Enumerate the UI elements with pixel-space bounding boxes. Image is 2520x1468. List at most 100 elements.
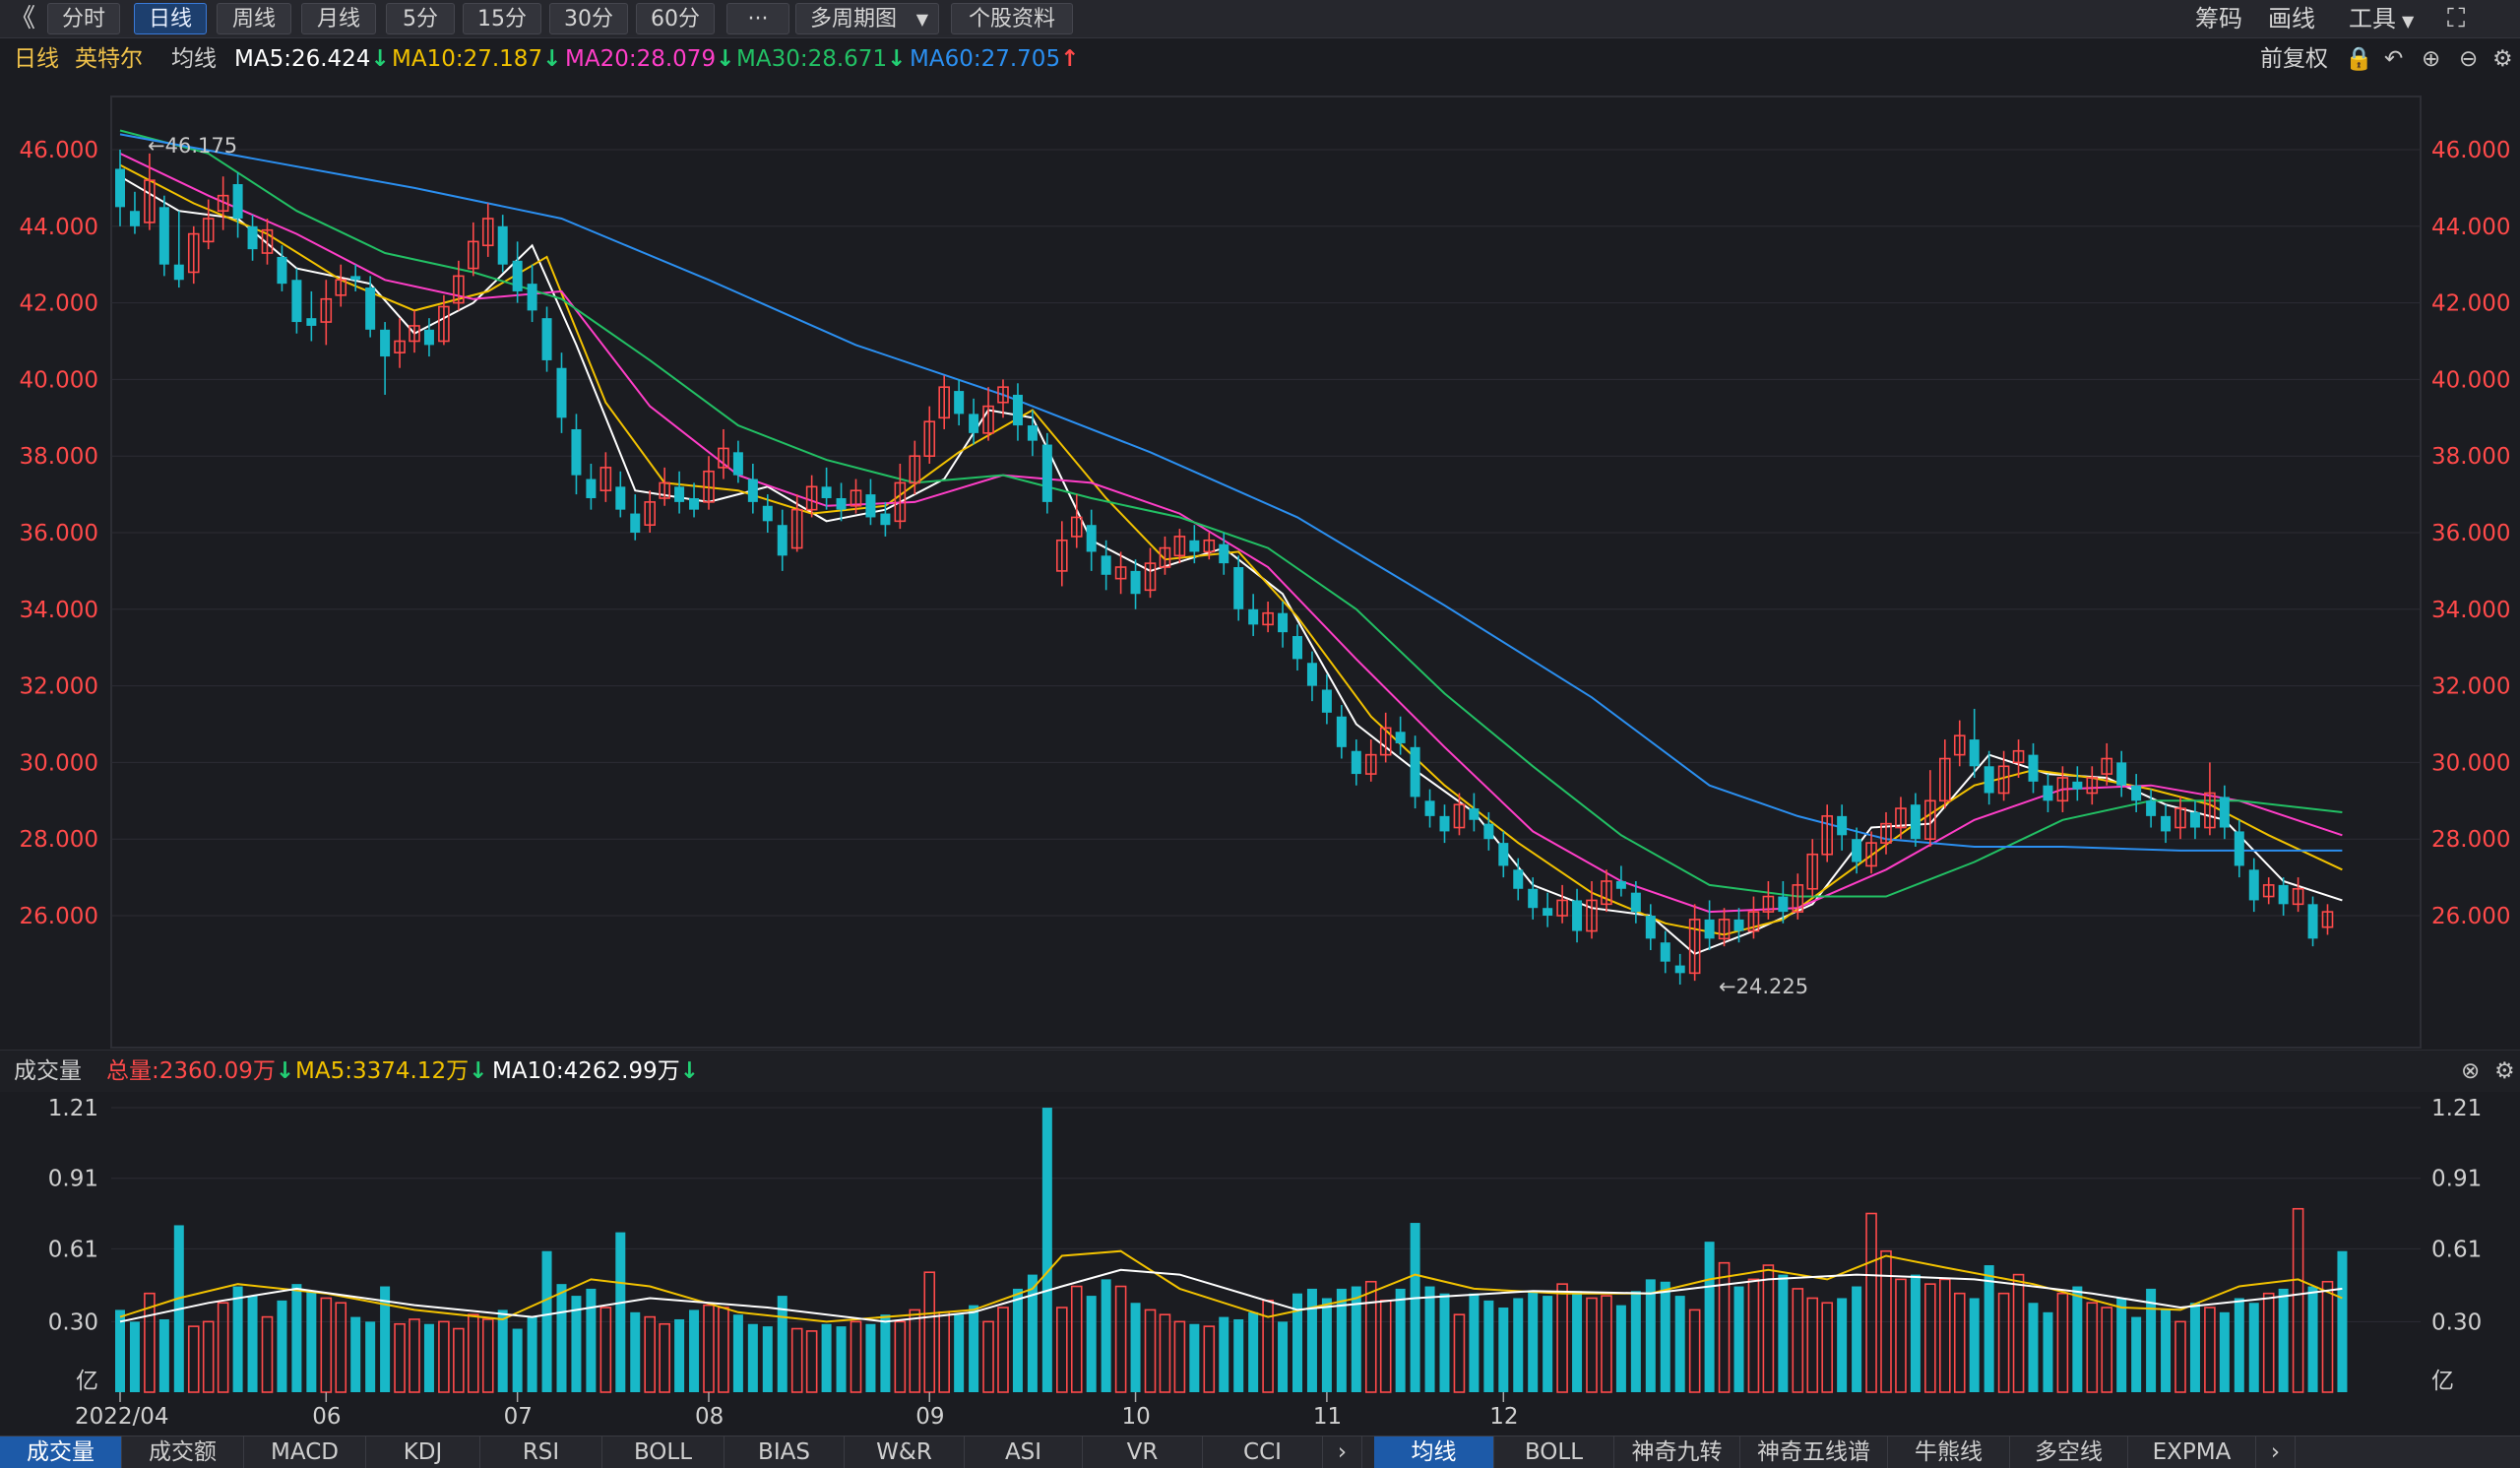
candlestick[interactable] — [2248, 858, 2259, 913]
candlestick[interactable] — [2292, 877, 2304, 913]
candlestick[interactable] — [615, 471, 626, 518]
indicator-tab[interactable]: 成交量 — [0, 1436, 122, 1468]
volume-bar[interactable] — [1556, 1283, 1568, 1393]
volume-bar[interactable] — [1586, 1297, 1598, 1393]
volume-bar[interactable] — [1159, 1313, 1171, 1393]
candlestick[interactable] — [527, 264, 537, 323]
volume-bar[interactable] — [1543, 1296, 1553, 1392]
volume-bar[interactable] — [909, 1308, 921, 1393]
candlestick[interactable] — [2146, 789, 2157, 828]
candlestick[interactable] — [306, 290, 317, 342]
overlay-tab[interactable]: 神奇五线谱 — [1740, 1436, 1888, 1468]
volume-bar[interactable] — [1453, 1313, 1466, 1393]
volume-bar[interactable] — [880, 1314, 891, 1392]
volume-bar[interactable] — [790, 1327, 803, 1393]
volume-bar[interactable] — [512, 1328, 523, 1392]
volume-bar[interactable] — [805, 1330, 818, 1393]
volume-bar[interactable] — [2278, 1288, 2289, 1392]
volume-bar[interactable] — [997, 1307, 1009, 1393]
candlestick[interactable] — [481, 203, 494, 257]
more-periods-button[interactable]: ··· — [726, 3, 789, 34]
volume-bar[interactable] — [1027, 1274, 1038, 1392]
candlestick[interactable] — [1572, 888, 1583, 943]
volume-bar[interactable] — [1704, 1242, 1715, 1392]
candlestick[interactable] — [467, 222, 479, 277]
candlestick[interactable] — [659, 467, 670, 506]
candlestick[interactable] — [512, 241, 523, 303]
volume-bar[interactable] — [1012, 1288, 1023, 1392]
candlestick[interactable] — [365, 276, 376, 338]
lock-icon[interactable]: 🔒 — [2345, 37, 2373, 81]
candlestick[interactable] — [2131, 774, 2142, 812]
candlestick[interactable] — [1615, 865, 1626, 897]
volume-bar[interactable] — [1895, 1278, 1907, 1393]
volume-bar[interactable] — [1114, 1285, 1127, 1393]
volume-bar[interactable] — [467, 1313, 479, 1393]
candlestick[interactable] — [2204, 762, 2216, 836]
candlestick[interactable] — [2307, 896, 2318, 947]
volume-bar[interactable] — [202, 1320, 215, 1393]
volume-bar[interactable] — [1424, 1286, 1435, 1392]
volume-bar[interactable] — [350, 1316, 361, 1392]
volume-bar[interactable] — [1262, 1300, 1274, 1393]
candlestick[interactable] — [1248, 594, 1259, 637]
candlestick[interactable] — [1498, 831, 1509, 878]
volume-bar[interactable] — [2174, 1320, 2186, 1393]
volume-bar[interactable] — [2307, 1286, 2318, 1392]
volume-bar[interactable] — [541, 1250, 552, 1392]
volume-bar[interactable] — [2116, 1298, 2127, 1392]
volume-bar[interactable] — [1837, 1298, 1848, 1392]
volume-bar[interactable] — [938, 1311, 951, 1393]
candlestick[interactable] — [2262, 877, 2275, 905]
candlestick[interactable] — [129, 191, 140, 234]
candlestick[interactable] — [674, 471, 685, 514]
volume-bar[interactable] — [969, 1305, 979, 1392]
candlestick[interactable] — [2174, 797, 2186, 840]
volume-bar[interactable] — [2012, 1273, 2025, 1393]
volume-bar[interactable] — [1498, 1308, 1509, 1392]
fullscreen-icon[interactable]: ⛶ — [2447, 0, 2465, 37]
overlay-tab[interactable]: 神奇九转 — [1614, 1436, 1740, 1468]
volume-bar[interactable] — [615, 1232, 626, 1392]
indicator-tab[interactable]: KDJ — [366, 1436, 480, 1468]
volume-bar[interactable] — [1718, 1261, 1731, 1393]
candlestick[interactable] — [1660, 930, 1670, 974]
tab-fenshi[interactable]: 分时 — [47, 3, 120, 34]
ma-group-label[interactable]: 均线 — [171, 37, 217, 81]
volume-bar[interactable] — [1351, 1286, 1361, 1392]
volume-bar[interactable] — [865, 1323, 876, 1392]
scroll-right-icon[interactable]: › — [2256, 1436, 2296, 1468]
settings-gear-icon[interactable]: ⚙ — [2494, 1051, 2515, 1092]
candlestick[interactable] — [2219, 785, 2230, 840]
volume-bar[interactable] — [2056, 1292, 2069, 1393]
candlestick[interactable] — [1086, 509, 1097, 571]
volume-bar[interactable] — [291, 1284, 302, 1392]
volume-bar[interactable] — [365, 1321, 376, 1392]
candlestick[interactable] — [865, 479, 876, 526]
volume-bar[interactable] — [1924, 1283, 1936, 1393]
volume-bar[interactable] — [1806, 1297, 1819, 1393]
volume-bar[interactable] — [2337, 1250, 2348, 1392]
chips-button[interactable]: 筹码 — [2195, 0, 2242, 37]
candlestick[interactable] — [380, 322, 391, 395]
volume-bar[interactable] — [1984, 1265, 1994, 1392]
candlestick[interactable] — [2161, 804, 2172, 844]
candlestick[interactable] — [747, 463, 758, 514]
volume-bar[interactable] — [836, 1326, 847, 1392]
tab-60min[interactable]: 60分 — [636, 3, 715, 34]
candlestick[interactable] — [894, 463, 907, 530]
candlestick[interactable] — [1278, 602, 1289, 648]
volume-bar[interactable] — [497, 1309, 508, 1392]
volume-bar[interactable] — [2028, 1303, 2039, 1392]
candlestick[interactable] — [1556, 884, 1568, 924]
volume-bar[interactable] — [1219, 1316, 1229, 1392]
volume-bar[interactable] — [954, 1314, 965, 1392]
volume-bar[interactable] — [630, 1311, 641, 1392]
candlestick[interactable] — [173, 211, 184, 288]
indicator-tab[interactable]: BOLL — [602, 1436, 724, 1468]
candlestick[interactable] — [1262, 602, 1274, 633]
zoom-out-icon[interactable]: ⊖ — [2459, 37, 2478, 81]
candlestick[interactable] — [2189, 800, 2200, 840]
candlestick[interactable] — [1395, 716, 1406, 755]
volume-bar[interactable] — [1439, 1293, 1450, 1392]
